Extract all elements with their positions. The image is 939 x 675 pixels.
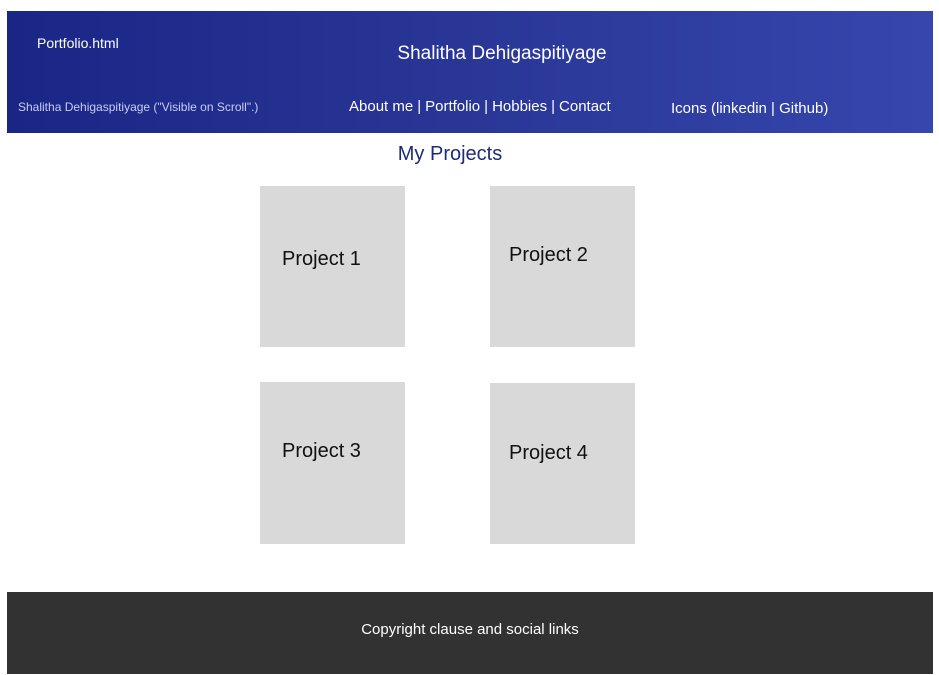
section-title: My Projects <box>397 143 503 165</box>
nav-separator: | <box>484 98 489 115</box>
github-link[interactable]: Github <box>779 100 823 117</box>
social-prefix: Icons ( <box>671 100 717 117</box>
nav-link-hobbies[interactable]: Hobbies <box>492 98 547 115</box>
project-card-3[interactable]: Project 3 <box>260 382 405 544</box>
main-nav: About me | Portfolio | Hobbies | Contact <box>349 98 611 115</box>
project-label: Project 4 <box>509 442 588 464</box>
social-icons: Icons (linkedin | Github) <box>671 100 828 117</box>
project-card-4[interactable]: Project 4 <box>490 383 635 544</box>
project-label: Project 2 <box>509 244 588 266</box>
site-header: Portfolio.html Shalitha Dehigaspitiyage … <box>7 11 933 133</box>
site-footer: Copyright clause and social links <box>7 592 933 674</box>
nav-link-portfolio[interactable]: Portfolio <box>425 98 480 115</box>
project-label: Project 3 <box>282 440 361 462</box>
project-card-2[interactable]: Project 2 <box>490 186 635 347</box>
project-card-1[interactable]: Project 1 <box>260 186 405 347</box>
nav-separator: | <box>551 98 556 115</box>
site-title: Shalitha Dehigaspitiyage <box>397 43 607 64</box>
scroll-name-label: Shalitha Dehigaspitiyage ("Visible on Sc… <box>18 100 259 114</box>
project-label: Project 1 <box>282 248 361 270</box>
footer-text: Copyright clause and social links <box>361 621 579 638</box>
linkedin-link[interactable]: linkedin <box>716 100 767 117</box>
social-suffix: ) <box>823 100 829 117</box>
social-separator: | <box>766 100 780 117</box>
nav-separator: | <box>417 98 422 115</box>
nav-link-contact[interactable]: Contact <box>559 98 611 115</box>
nav-link-about[interactable]: About me <box>349 98 413 115</box>
